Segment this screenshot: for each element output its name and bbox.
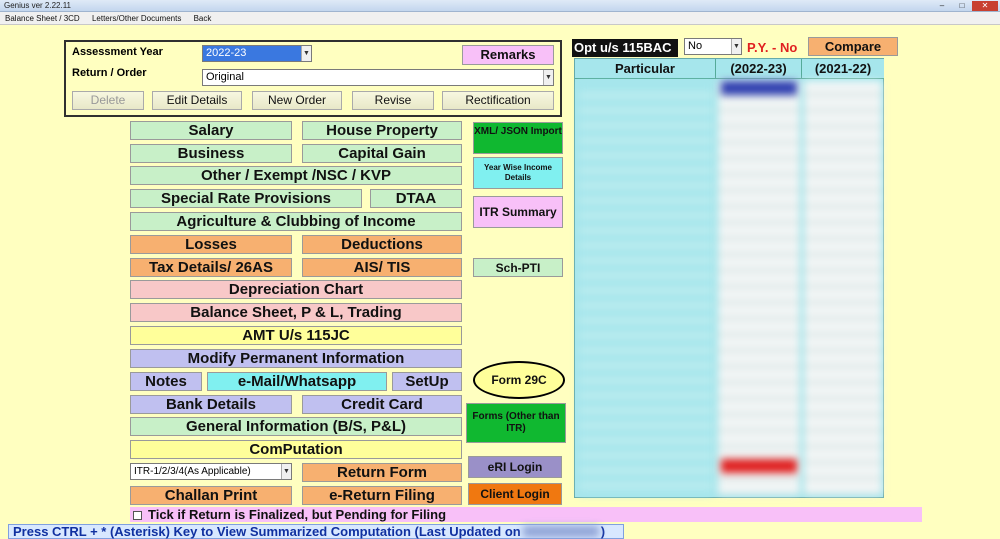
assessment-year-label: Assessment Year (72, 46, 163, 58)
new-order-button[interactable]: New Order (252, 91, 342, 110)
chevron-down-icon: ▼ (543, 70, 553, 85)
itr-type-value: ITR-1/2/3/4(As Applicable) (134, 466, 251, 477)
tax-details-button[interactable]: Tax Details/ 26AS (130, 258, 292, 277)
e-return-filing-button[interactable]: e-Return Filing (302, 486, 462, 505)
menu-bar: Balance Sheet / 3CD Letters/Other Docume… (0, 12, 1000, 25)
grid-header-2021-22: (2021-22) (802, 59, 884, 79)
grid-current-year-redacted (718, 81, 800, 495)
finalized-checkbox-row[interactable]: Tick if Return is Finalized, but Pending… (130, 507, 922, 522)
sch-pti-button[interactable]: Sch-PTI (473, 258, 563, 277)
setup-button[interactable]: SetUp (392, 372, 462, 391)
remarks-button[interactable]: Remarks (462, 45, 554, 65)
minimize-button[interactable]: – (932, 1, 952, 11)
close-button[interactable]: ✕ (972, 1, 998, 11)
chevron-down-icon: ▼ (281, 464, 291, 479)
return-order-value: Original (206, 71, 244, 83)
maximize-button[interactable]: □ (952, 1, 972, 11)
assessment-panel: Assessment Year 2022-23 ▼ Return / Order… (64, 40, 562, 117)
revise-button[interactable]: Revise (352, 91, 434, 110)
status-end: ) (600, 524, 606, 539)
chevron-down-icon: ▼ (731, 39, 741, 54)
bank-details-button[interactable]: Bank Details (130, 395, 292, 414)
computation-grid: Particular (2022-23) (2021-22) (574, 58, 884, 498)
window-title: Genius ver 2.22.11 (4, 1, 72, 10)
xml-json-import-button[interactable]: XML/ JSON Import (473, 122, 563, 154)
py-indicator: P.Y. - No (747, 40, 798, 55)
last-updated-redacted (522, 526, 599, 537)
rectification-button[interactable]: Rectification (442, 91, 554, 110)
return-order-label: Return / Order (72, 67, 147, 79)
notes-button[interactable]: Notes (130, 372, 202, 391)
status-text: Press CTRL + * (Asterisk) Key to View Su… (13, 524, 521, 539)
opt-115bac-value: No (688, 40, 703, 52)
finalized-checkbox[interactable] (133, 511, 142, 520)
computation-button[interactable]: ComPutation (130, 440, 462, 459)
challan-print-button[interactable]: Challan Print (130, 486, 292, 505)
form-29c-button[interactable]: Form 29C (473, 361, 565, 399)
capital-gain-button[interactable]: Capital Gain (302, 144, 462, 163)
forms-other-button[interactable]: Forms (Other than ITR) (466, 403, 566, 443)
finalized-label: Tick if Return is Finalized, but Pending… (148, 507, 447, 522)
return-form-button[interactable]: Return Form (302, 463, 462, 482)
window-titlebar: Genius ver 2.22.11 (0, 0, 1000, 12)
general-information-button[interactable]: General Information (B/S, P&L) (130, 417, 462, 436)
dtaa-button[interactable]: DTAA (370, 189, 462, 208)
email-whatsapp-button[interactable]: e-Mail/Whatsapp (207, 372, 387, 391)
grid-selected-cell (721, 81, 797, 95)
status-bar: Press CTRL + * (Asterisk) Key to View Su… (8, 524, 624, 539)
opt-115bac-label: Opt u/s 115BAC (572, 39, 678, 57)
eri-login-button[interactable]: eRI Login (468, 456, 562, 478)
modify-permanent-info-button[interactable]: Modify Permanent Information (130, 349, 462, 368)
opt-115bac-select[interactable]: No ▼ (684, 38, 742, 55)
assessment-year-value: 2022-23 (206, 47, 247, 59)
chevron-down-icon: ▼ (301, 46, 311, 61)
assessment-year-select[interactable]: 2022-23 ▼ (202, 45, 312, 62)
menu-letters[interactable]: Letters/Other Documents (92, 14, 181, 23)
compare-button[interactable]: Compare (808, 37, 898, 56)
grid-highlight-cell (721, 459, 797, 473)
grid-header-particular: Particular (575, 59, 716, 79)
deductions-button[interactable]: Deductions (302, 235, 462, 254)
business-button[interactable]: Business (130, 144, 292, 163)
grid-header-2022-23: (2022-23) (716, 59, 802, 79)
depreciation-chart-button[interactable]: Depreciation Chart (130, 280, 462, 299)
grid-particulars-redacted (579, 83, 713, 495)
delete-button[interactable]: Delete (72, 91, 144, 110)
edit-details-button[interactable]: Edit Details (152, 91, 242, 110)
agriculture-clubbing-button[interactable]: Agriculture & Clubbing of Income (130, 212, 462, 231)
menu-balance-sheet[interactable]: Balance Sheet / 3CD (5, 14, 80, 23)
grid-prev-year-redacted (804, 81, 882, 495)
amt-button[interactable]: AMT U/s 115JC (130, 326, 462, 345)
losses-button[interactable]: Losses (130, 235, 292, 254)
year-wise-income-button[interactable]: Year Wise Income Details (473, 157, 563, 189)
other-exempt-button[interactable]: Other / Exempt /NSC / KVP (130, 166, 462, 185)
itr-summary-button[interactable]: ITR Summary (473, 196, 563, 228)
menu-back[interactable]: Back (194, 14, 212, 23)
house-property-button[interactable]: House Property (302, 121, 462, 140)
return-order-select[interactable]: Original ▼ (202, 69, 554, 86)
salary-button[interactable]: Salary (130, 121, 292, 140)
special-rate-button[interactable]: Special Rate Provisions (130, 189, 362, 208)
itr-type-select[interactable]: ITR-1/2/3/4(As Applicable) ▼ (130, 463, 292, 480)
client-login-button[interactable]: Client Login (468, 483, 562, 505)
ais-tis-button[interactable]: AIS/ TIS (302, 258, 462, 277)
credit-card-button[interactable]: Credit Card (302, 395, 462, 414)
balance-sheet-button[interactable]: Balance Sheet, P & L, Trading (130, 303, 462, 322)
